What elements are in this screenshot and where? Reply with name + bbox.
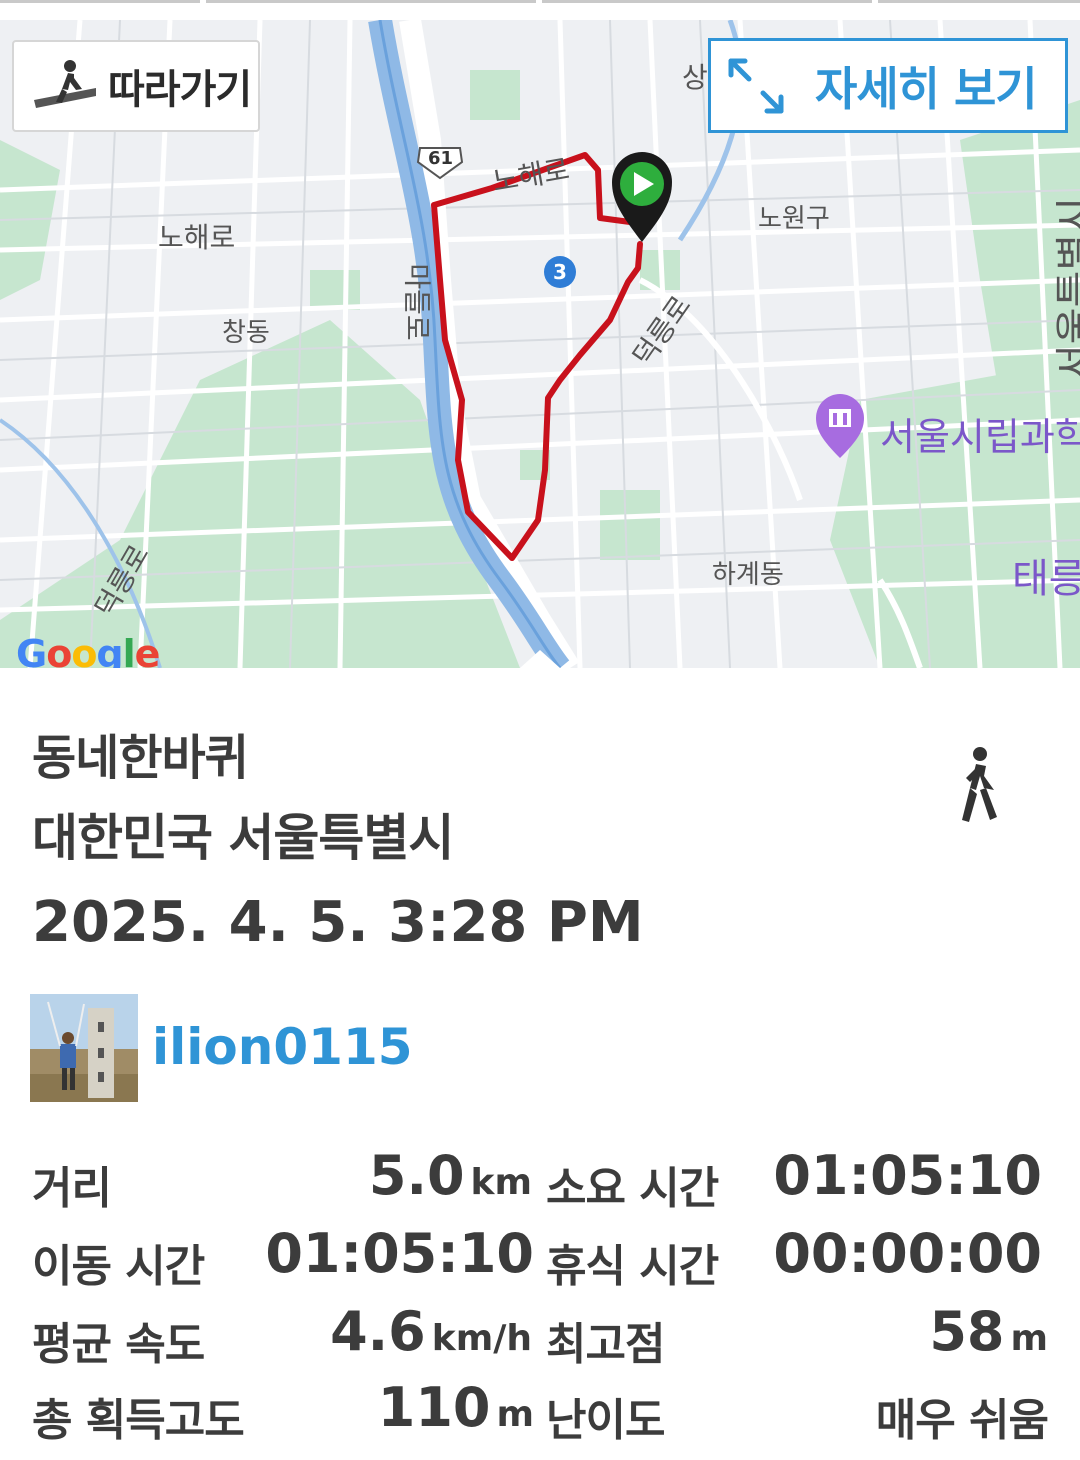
view-details-label: 자세히 보기 [815,61,1038,116]
map-label-nowongu: 노원구 [758,204,830,234]
stat-label-difficulty: 난이도 [546,1395,665,1446]
user-avatar[interactable] [30,994,138,1102]
stat-value-elevation-gain: 110 m [377,1376,534,1439]
stat-label-elevation-gain: 총 획득고도 [32,1395,245,1446]
walking-person-icon [962,747,997,822]
stat-value-avg-speed: 4.6 km/h [330,1300,532,1363]
stat-value-max-elevation: 58 m [929,1300,1048,1363]
map-label-hagyedong: 하계동 [712,560,784,590]
stat-label-distance: 거리 [32,1163,112,1214]
status-strip [0,0,1080,20]
map-label-sang: 상 [682,61,708,94]
map-label-nohaero-left: 노해로 [158,221,236,254]
map-label-subway3: 3 [553,260,567,284]
follow-button[interactable]: 따라가기 [12,40,260,132]
activity-datetime: 2025. 4. 5. 3:28 PM [32,890,644,955]
google-logo: Google [16,632,160,668]
stat-value-moving-time: 01:05:10 [265,1222,534,1285]
map-label-seoul: 서울특별시 [1053,197,1080,381]
stat-label-total-time: 소요 시간 [546,1163,719,1214]
map-label-changdong: 창동 [222,318,270,348]
panel-notch [520,650,560,668]
stat-value-total-time: 01:05:10 [773,1144,1042,1207]
username-link[interactable]: ilion0115 [152,1018,413,1076]
stat-value-rest-time: 00:00:00 [773,1222,1042,1285]
stat-label-avg-speed: 평균 속도 [32,1319,205,1370]
map-label-taereung: 태릉 [1012,556,1080,602]
expand-arrows-icon [728,58,784,113]
start-marker-icon[interactable] [612,152,672,242]
map-label-madeullo: 마들로 [400,263,434,341]
poi-label-science-museum[interactable]: 서울시립과학 [880,406,1080,461]
stat-label-rest-time: 휴식 시간 [546,1241,719,1292]
stat-label-moving-time: 이동 시간 [32,1241,205,1292]
stat-value-distance: 5.0 km [368,1144,532,1207]
activity-title: 동네한바퀴 [32,730,249,786]
activity-location: 대한민국 서울특별시 [32,809,454,867]
follow-button-label: 따라가기 [108,67,252,113]
view-details-button[interactable]: 자세히 보기 [708,38,1068,133]
map-label-route61: 61 [428,148,454,169]
stat-label-max-elevation: 최고점 [546,1319,665,1370]
hiker-follow-icon [34,60,96,108]
stat-value-difficulty: 매우 쉬움 [875,1395,1049,1446]
